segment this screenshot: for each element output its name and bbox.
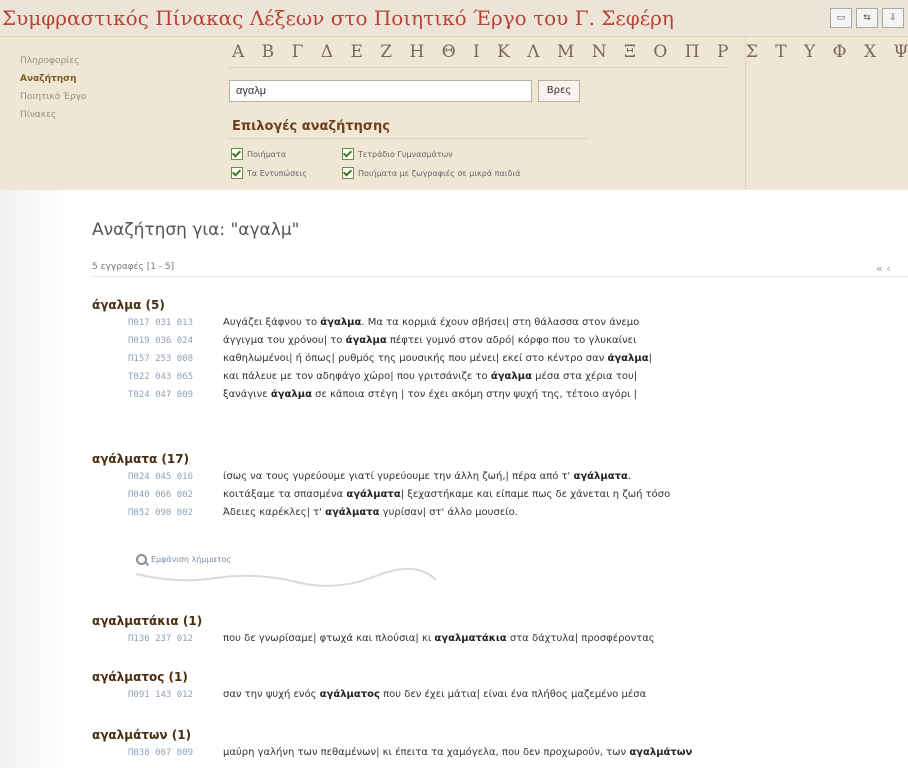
verse-ref-link[interactable]: Τ024 047 009: [128, 386, 223, 404]
verse-ref-link[interactable]: Τ022 043 065: [128, 368, 223, 386]
result-group: αγαλματάκια (1) Π136 237 012 που δε γνωρί…: [92, 612, 908, 648]
show-lemma-label: Εμφάνιση λήμματος: [151, 555, 232, 564]
alphabet-bar[interactable]: Α Β Γ Δ Ε Ζ Η Θ Ι Κ Λ Μ Ν Ξ Ο Π Ρ Σ Τ Υ …: [232, 42, 908, 62]
match-term: άγαλμα: [490, 371, 532, 382]
context-text: καθηλωμένοι| ή όπως| ρυθμός της μουσικής…: [223, 353, 652, 364]
context-text: και πάλευε με τον αδηφάγο χώρο| που γριτ…: [223, 371, 638, 382]
context-text: σαν την ψυχή ενός αγάλματος που δεν έχει…: [223, 689, 647, 700]
concordance-row: Π024 045 016 ίσως να τους γυρεύουμε γιατί…: [92, 468, 908, 486]
left-shade: [0, 190, 70, 768]
match-term: άγαλμα: [345, 335, 387, 346]
divider: [228, 138, 588, 139]
concordance-row: Π019 036 024 άγγιγμα του χρόνου| το άγαλμ…: [92, 332, 908, 350]
option-impressions[interactable]: Τα Εντυπώσεις: [231, 167, 307, 179]
match-term: αγάλματος: [319, 689, 380, 700]
window-button-restore[interactable]: ▭: [830, 8, 852, 28]
result-group: αγαλμάτων (1) Π038 067 009 μαύρη γαλήνη τ…: [92, 726, 908, 762]
option-exercise-book[interactable]: Τετράδιο Γυμνασμάτων: [342, 148, 453, 160]
concordance-row: Π136 237 012 που δε γνωρίσαμε| φτωχά και …: [92, 630, 908, 648]
app-title: Συμφραστικός Πίνακας Λέξεων στο Ποιητικό…: [2, 6, 674, 30]
concordance-row: Π040 066 002 κοιτάξαμε τα σπασμένα αγάλμα…: [92, 486, 908, 504]
checkbox-checked[interactable]: [231, 148, 243, 160]
verse-ref-link[interactable]: Π040 066 002: [128, 486, 223, 504]
concordance-row: Π091 143 012 σαν την ψυχή ενός αγάλματος …: [92, 686, 908, 704]
match-term: άγαλμα: [270, 389, 312, 400]
match-term: άγαλμα: [320, 317, 362, 328]
divider: [228, 67, 728, 68]
concordance-row: Π038 067 009 μαύρη γαλήνη των πεθαμένων| …: [92, 744, 908, 762]
context-text: Άδειες καρέκλες| τ' αγάλματα γυρίσαν| στ…: [223, 507, 518, 518]
option-label: Ποιήματα με ζωγραφιές σε μικρά παιδιά: [358, 168, 521, 178]
concordance-row: Τ024 047 009 ξανάγινε άγαλμα σε κάποια στ…: [92, 386, 908, 404]
torn-edge-decoration: [136, 567, 436, 587]
result-group: αγάλματος (1) Π091 143 012 σαν την ψυχή ε…: [92, 668, 908, 704]
verse-ref-link[interactable]: Π157 253 008: [128, 350, 223, 368]
result-group: αγάλματα (17) Π024 045 016 ίσως να τους γ…: [92, 450, 908, 522]
context-text: άγγιγμα του χρόνου| το άγαλμα πέφτει γυμ…: [223, 335, 637, 346]
verse-ref-link[interactable]: Π024 045 016: [128, 468, 223, 486]
window-button-download[interactable]: ⇩: [882, 8, 904, 28]
match-term: αγάλματα: [573, 471, 628, 482]
title-bar: Συμφραστικός Πίνακας Λέξεων στο Ποιητικό…: [0, 0, 908, 37]
context-text: που δε γνωρίσαμε| φτωχά και πλούσια| κι …: [223, 633, 655, 644]
verse-ref-link[interactable]: Π136 237 012: [128, 630, 223, 648]
option-label: Τετράδιο Γυμνασμάτων: [358, 149, 453, 159]
headword[interactable]: αγάλματος (1): [92, 668, 908, 686]
match-term: άγαλμα: [607, 353, 649, 364]
window-button-toggle[interactable]: ⇆: [856, 8, 878, 28]
context-text: μαύρη γαλήνη των πεθαμένων| κι έπειτα τα…: [223, 747, 693, 758]
window-buttons: ▭ ⇆ ⇩: [830, 8, 904, 28]
headword[interactable]: αγάλματα (17): [92, 450, 908, 468]
concordance-row: Π017 031 013 Αυγάζει ξάφνου το άγαλμα. Μα…: [92, 314, 908, 332]
verse-ref-link[interactable]: Π052 090 002: [128, 504, 223, 522]
search-button[interactable]: Βρες: [538, 80, 580, 102]
checkbox-checked[interactable]: [342, 167, 354, 179]
option-poems[interactable]: Ποιήματα: [231, 148, 286, 160]
option-illustrated-poems[interactable]: Ποιήματα με ζωγραφιές σε μικρά παιδιά: [342, 167, 520, 179]
pager-prev[interactable]: « ‹: [876, 262, 891, 275]
match-term: αγάλματα: [325, 507, 380, 518]
search-input[interactable]: [229, 80, 532, 102]
sidebar-item-info[interactable]: Πληροφορίες: [20, 52, 86, 70]
headword[interactable]: άγαλμα (5): [92, 296, 908, 314]
divider-vertical: [745, 36, 746, 190]
verse-ref-link[interactable]: Π017 031 013: [128, 314, 223, 332]
result-group: άγαλμα (5) Π017 031 013 Αυγάζει ξάφνου το…: [92, 296, 908, 404]
verse-ref-link[interactable]: Π038 067 009: [128, 744, 223, 762]
concordance-row: Π052 090 002 Άδειες καρέκλες| τ' αγάλματα…: [92, 504, 908, 522]
match-term: αγάλματα: [346, 489, 401, 500]
sidebar-item-poetic-work[interactable]: Ποιητικό Έργο: [20, 88, 86, 106]
headword[interactable]: αγαλμάτων (1): [92, 726, 908, 744]
sidebar-item-search[interactable]: Αναζήτηση: [20, 70, 86, 88]
verse-ref-link[interactable]: Π019 036 024: [128, 332, 223, 350]
option-label: Τα Εντυπώσεις: [247, 168, 307, 178]
match-term: αγαλματάκια: [434, 633, 507, 644]
context-text: Αυγάζει ξάφνου το άγαλμα. Μα τα κορμιά έ…: [223, 317, 640, 328]
concordance-row: Π157 253 008 καθηλωμένοι| ή όπως| ρυθμός …: [92, 350, 908, 368]
results-heading: Αναζήτηση για: "αγαλμ": [92, 220, 300, 240]
divider: [92, 276, 908, 277]
checkbox-checked[interactable]: [342, 148, 354, 160]
sidebar-item-tables[interactable]: Πίνακες: [20, 106, 86, 124]
option-label: Ποιήματα: [247, 149, 287, 159]
headword[interactable]: αγαλματάκια (1): [92, 612, 908, 630]
sidebar-nav: Πληροφορίες Αναζήτηση Ποιητικό Έργο Πίνα…: [20, 52, 86, 124]
checkbox-checked[interactable]: [231, 167, 243, 179]
context-text: ξανάγινε άγαλμα σε κάποια στέγη | τον έχ…: [223, 389, 637, 400]
match-term: αγαλμάτων: [629, 747, 693, 758]
search-options-title: Επιλογές αναζήτησης: [232, 119, 390, 134]
results-count: 5 εγγραφές [1 - 5]: [92, 262, 175, 272]
context-text: κοιτάξαμε τα σπασμένα αγάλματα| ξεχαστήκ…: [223, 489, 671, 500]
concordance-row: Τ022 043 065 και πάλευε με τον αδηφάγο χώ…: [92, 368, 908, 386]
verse-ref-link[interactable]: Π091 143 012: [128, 686, 223, 704]
context-text: ίσως να τους γυρεύουμε γιατί γυρεύουμε τ…: [223, 471, 632, 482]
